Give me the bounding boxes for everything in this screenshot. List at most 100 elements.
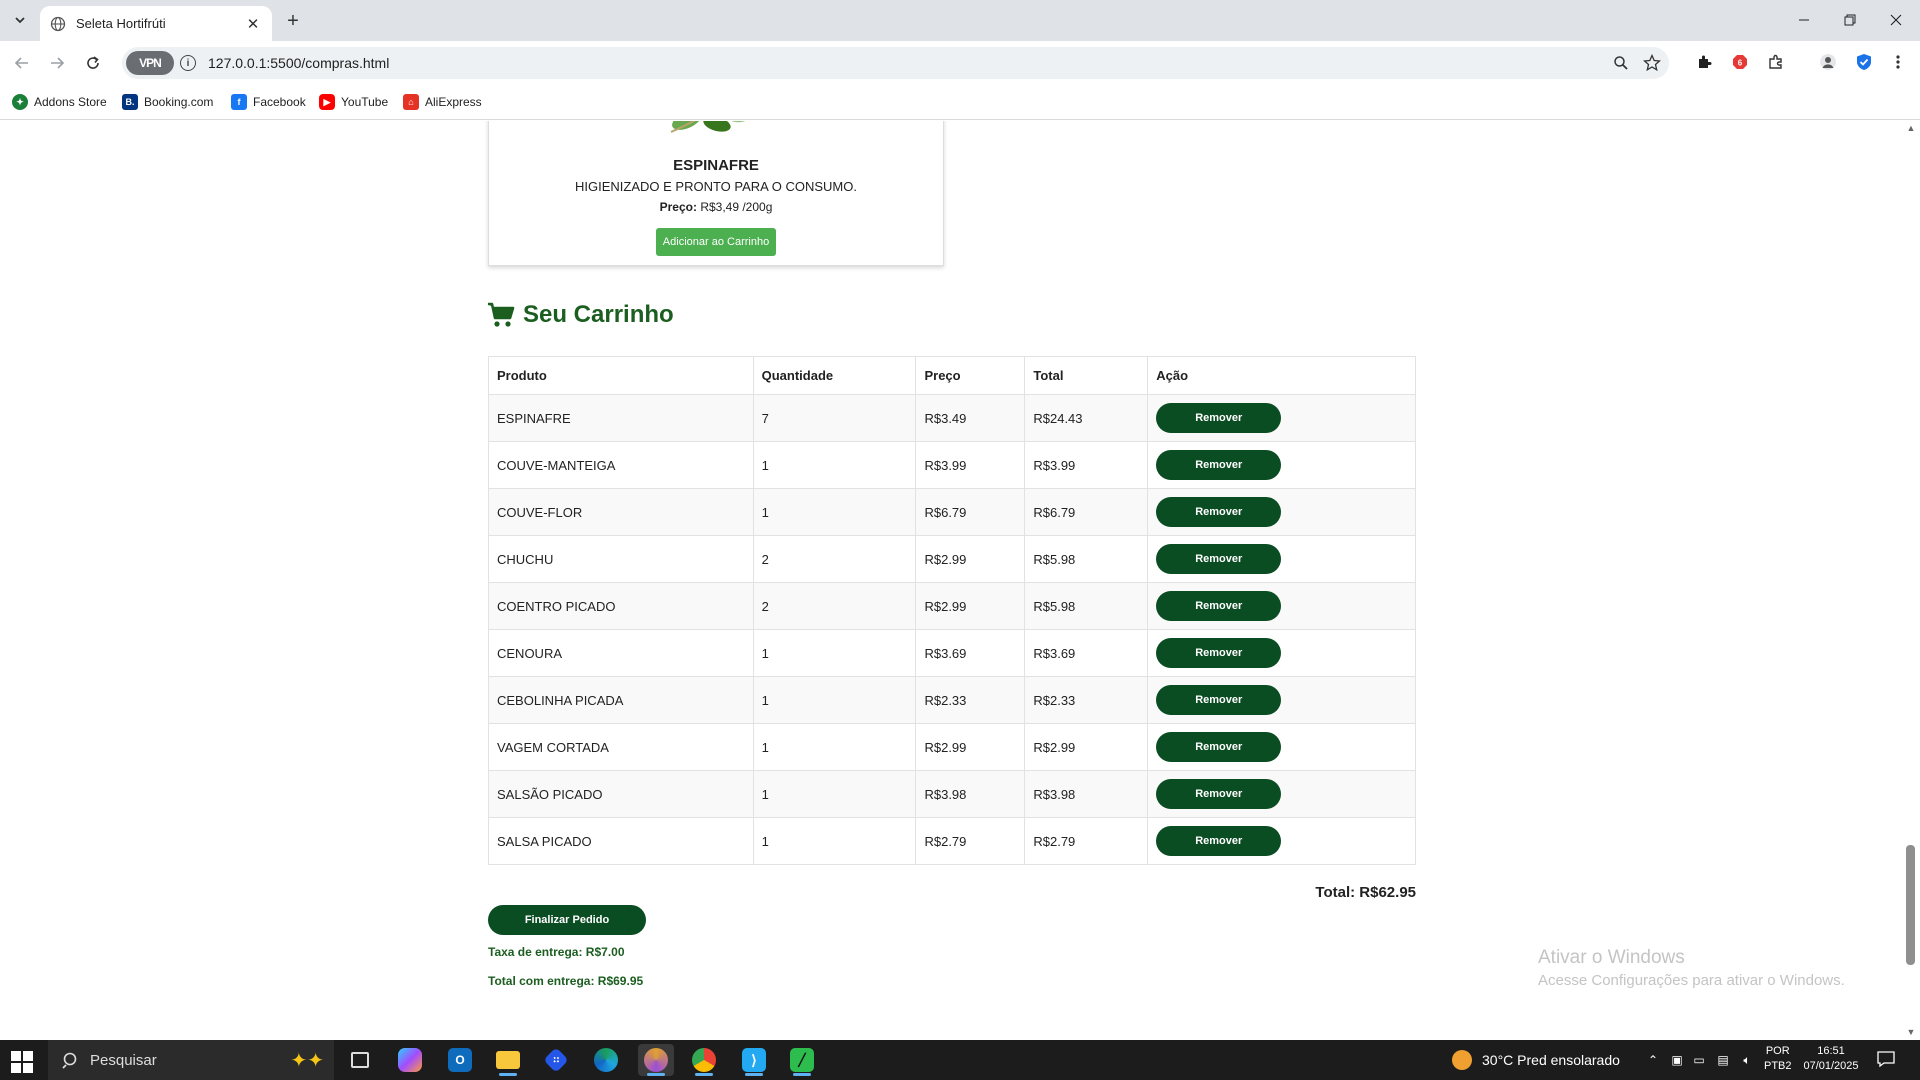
remove-item-button[interactable]: Remover bbox=[1156, 544, 1282, 574]
cell-action: Remover bbox=[1147, 488, 1416, 536]
table-row: CENOURA 1 R$3.69 R$3.69 Remover bbox=[488, 629, 1416, 677]
bookmarks-bar: ✦ Addons Store B. Booking.com f Facebook… bbox=[0, 84, 1920, 120]
notification-icon[interactable] bbox=[1876, 1050, 1896, 1068]
extension-puzzle-dark-icon[interactable] bbox=[1693, 51, 1715, 73]
bookmark-star-icon[interactable] bbox=[1641, 52, 1663, 74]
restore-window-button[interactable] bbox=[1838, 8, 1862, 32]
taskbar-app-green-app[interactable]: ╱ bbox=[784, 1044, 820, 1076]
new-tab-button[interactable]: + bbox=[282, 10, 304, 32]
bookmark-addons-store[interactable]: ✦ Addons Store bbox=[12, 93, 107, 111]
windows-start-icon[interactable] bbox=[10, 1050, 34, 1074]
taskbar-app-file-explorer[interactable] bbox=[490, 1044, 526, 1076]
restore-icon bbox=[1844, 14, 1856, 26]
taskbar-app-chrome[interactable] bbox=[686, 1044, 722, 1076]
minimize-window-button[interactable] bbox=[1792, 8, 1816, 32]
weather-text: 30°C Pred ensolarado bbox=[1482, 1052, 1620, 1068]
camera-tray-icon[interactable]: ▣ bbox=[1668, 1051, 1686, 1069]
cell-price: R$3.99 bbox=[915, 441, 1026, 489]
cell-product: COUVE-MANTEIGA bbox=[488, 441, 754, 489]
table-row: ESPINAFRE 7 R$3.49 R$24.43 Remover bbox=[488, 394, 1416, 442]
bookmark-label: AliExpress bbox=[425, 95, 482, 109]
close-window-button[interactable] bbox=[1884, 8, 1908, 32]
cart-title: Seu Carrinho bbox=[523, 301, 674, 328]
add-to-cart-button[interactable]: Adicionar ao Carrinho bbox=[656, 228, 776, 256]
remove-item-button[interactable]: Remover bbox=[1156, 591, 1282, 621]
system-clock[interactable]: 16:51 07/01/2025 bbox=[1800, 1044, 1862, 1074]
site-info-icon[interactable]: i bbox=[180, 55, 196, 71]
cell-product: COENTRO PICADO bbox=[488, 582, 754, 630]
remove-item-button[interactable]: Remover bbox=[1156, 732, 1282, 762]
remove-item-button[interactable]: Remover bbox=[1156, 779, 1282, 809]
cell-product: VAGEM CORTADA bbox=[488, 723, 754, 771]
network-icon[interactable]: ▤ bbox=[1714, 1051, 1732, 1069]
scroll-up-icon[interactable]: ▲ bbox=[1906, 124, 1916, 133]
zoom-icon[interactable] bbox=[1610, 52, 1632, 74]
product-name: ESPINAFRE bbox=[673, 157, 759, 174]
cell-total: R$24.43 bbox=[1024, 394, 1149, 442]
remove-item-button[interactable]: Remover bbox=[1156, 826, 1282, 856]
url-text[interactable]: 127.0.0.1:5500/compras.html bbox=[208, 55, 389, 71]
remove-item-button[interactable]: Remover bbox=[1156, 450, 1282, 480]
keyboard-layout: PTB2 bbox=[1764, 1060, 1792, 1072]
remove-item-button[interactable]: Remover bbox=[1156, 403, 1282, 433]
adblock-extension-icon[interactable]: 6 bbox=[1729, 51, 1751, 73]
taskbar-app-browser-vpn[interactable] bbox=[638, 1044, 674, 1076]
arrow-right-icon bbox=[51, 57, 65, 69]
profile-avatar-icon[interactable] bbox=[1817, 51, 1839, 73]
taskbar-app-vscode[interactable]: ⟩ bbox=[736, 1044, 772, 1076]
bookmark-facebook[interactable]: f Facebook bbox=[231, 93, 306, 111]
display-tray-icon[interactable]: ▭ bbox=[1690, 1051, 1708, 1069]
taskbar-app-outlook[interactable]: O bbox=[442, 1044, 478, 1076]
cell-total: R$6.79 bbox=[1024, 488, 1149, 536]
table-row: COUVE-MANTEIGA 1 R$3.99 R$3.99 Remover bbox=[488, 441, 1416, 489]
column-header-acao: Ação bbox=[1147, 356, 1416, 395]
cell-total: R$2.33 bbox=[1024, 676, 1149, 724]
cell-action: Remover bbox=[1147, 770, 1416, 818]
task-view-button[interactable] bbox=[342, 1044, 378, 1076]
column-header-preco: Preço bbox=[915, 356, 1026, 395]
taskbar-app-edge[interactable] bbox=[588, 1044, 624, 1076]
volume-icon[interactable]: 🔈︎ bbox=[1738, 1051, 1756, 1069]
browser-tab-active[interactable]: Seleta Hortifrúti ✕ bbox=[40, 6, 272, 41]
aliexpress-icon: ⌂ bbox=[403, 94, 419, 110]
cell-quantity: 7 bbox=[752, 394, 917, 442]
remove-item-button[interactable]: Remover bbox=[1156, 497, 1282, 527]
dots-app-icon: ⁘ bbox=[543, 1047, 569, 1073]
scrollbar-thumb[interactable] bbox=[1906, 845, 1915, 965]
clock-date: 07/01/2025 bbox=[1803, 1060, 1859, 1072]
table-row: CEBOLINHA PICADA 1 R$2.33 R$2.33 Remover bbox=[488, 676, 1416, 724]
tab-search-button[interactable] bbox=[9, 9, 31, 31]
copilot-icon bbox=[398, 1048, 422, 1072]
address-bar[interactable]: VPN i 127.0.0.1:5500/compras.html bbox=[122, 47, 1669, 79]
extensions-puzzle-icon[interactable] bbox=[1765, 51, 1787, 73]
weather-widget[interactable]: 30°C Pred ensolarado bbox=[1452, 1040, 1620, 1080]
bookmark-aliexpress[interactable]: ⌂ AliExpress bbox=[403, 93, 482, 111]
bookmark-booking[interactable]: B. Booking.com bbox=[122, 93, 213, 111]
remove-item-button[interactable]: Remover bbox=[1156, 685, 1282, 715]
remove-item-button[interactable]: Remover bbox=[1156, 638, 1282, 668]
taskbar-search[interactable]: Pesquisar ✦✦ bbox=[48, 1040, 334, 1080]
taskbar-app-blue-app[interactable]: ⁘ bbox=[538, 1044, 574, 1076]
cell-product: COUVE-FLOR bbox=[488, 488, 754, 536]
tab-title: Seleta Hortifrúti bbox=[76, 16, 166, 31]
back-button[interactable] bbox=[9, 50, 35, 76]
cell-total: R$2.99 bbox=[1024, 723, 1149, 771]
forward-button[interactable] bbox=[44, 50, 70, 76]
taskbar-app-copilot[interactable] bbox=[392, 1044, 428, 1076]
shield-extension-icon[interactable] bbox=[1853, 51, 1875, 73]
more-menu-icon[interactable] bbox=[1887, 51, 1909, 73]
column-header-produto: Produto bbox=[488, 356, 754, 395]
booking-icon: B. bbox=[122, 94, 138, 110]
reload-icon bbox=[87, 56, 99, 69]
chevron-up-icon[interactable]: ⌃ bbox=[1644, 1051, 1662, 1069]
input-language[interactable]: POR PTB2 bbox=[1764, 1044, 1792, 1074]
bookmark-youtube[interactable]: ▶ YouTube bbox=[319, 93, 388, 111]
scroll-down-icon[interactable]: ▼ bbox=[1906, 1028, 1916, 1037]
cell-action: Remover bbox=[1147, 582, 1416, 630]
cell-price: R$2.99 bbox=[915, 582, 1026, 630]
checkout-button[interactable]: Finalizar Pedido bbox=[488, 905, 646, 935]
close-tab-icon[interactable]: ✕ bbox=[244, 15, 262, 33]
cell-total: R$3.69 bbox=[1024, 629, 1149, 677]
vpn-button[interactable]: VPN bbox=[126, 51, 174, 75]
reload-button[interactable] bbox=[80, 50, 106, 76]
